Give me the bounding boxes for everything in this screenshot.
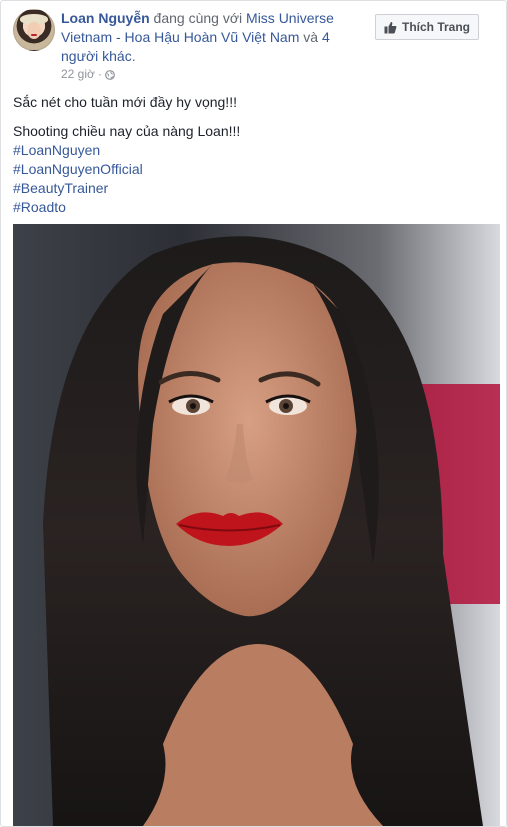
post-line-1: Sắc nét cho tuần mới đầy hy vọng!!! [13, 94, 237, 110]
post-time[interactable]: 22 giờ [61, 67, 95, 81]
portrait-image [13, 224, 500, 826]
post-photo[interactable] [13, 224, 500, 826]
hashtag-link[interactable]: #LoanNguyenOfficial [13, 160, 493, 179]
post-title: Loan Nguyễn đang cùng với Miss Universe … [61, 9, 356, 66]
hashtag-link[interactable]: #BeautyTrainer [13, 179, 493, 198]
and-text: và [299, 29, 322, 45]
avatar-face [27, 22, 41, 39]
like-page-label: Thích Trang [401, 20, 470, 34]
hashtag-link[interactable]: #LoanNguyen [13, 141, 493, 160]
post-body: Sắc nét cho tuần mới đầy hy vọng!!! Shoo… [13, 93, 493, 217]
thumbs-up-icon [384, 21, 397, 34]
trailing-dot: . [131, 48, 136, 64]
author-link[interactable]: Loan Nguyễn [61, 10, 150, 26]
post-meta: 22 giờ · [61, 67, 115, 81]
like-page-button[interactable]: Thích Trang [374, 14, 479, 40]
avatar-lip [31, 34, 37, 36]
avatar[interactable] [13, 9, 55, 51]
post-header: Loan Nguyễn đang cùng với Miss Universe … [13, 9, 493, 81]
globe-icon[interactable] [104, 69, 115, 80]
hashtag-link[interactable]: #Roadto [13, 198, 493, 217]
post-line-2: Shooting chiều nay của nàng Loan!!! [13, 123, 241, 139]
meta-separator: · [97, 67, 102, 81]
with-text: đang cùng với [149, 10, 247, 26]
post-card: Loan Nguyễn đang cùng với Miss Universe … [0, 0, 507, 827]
